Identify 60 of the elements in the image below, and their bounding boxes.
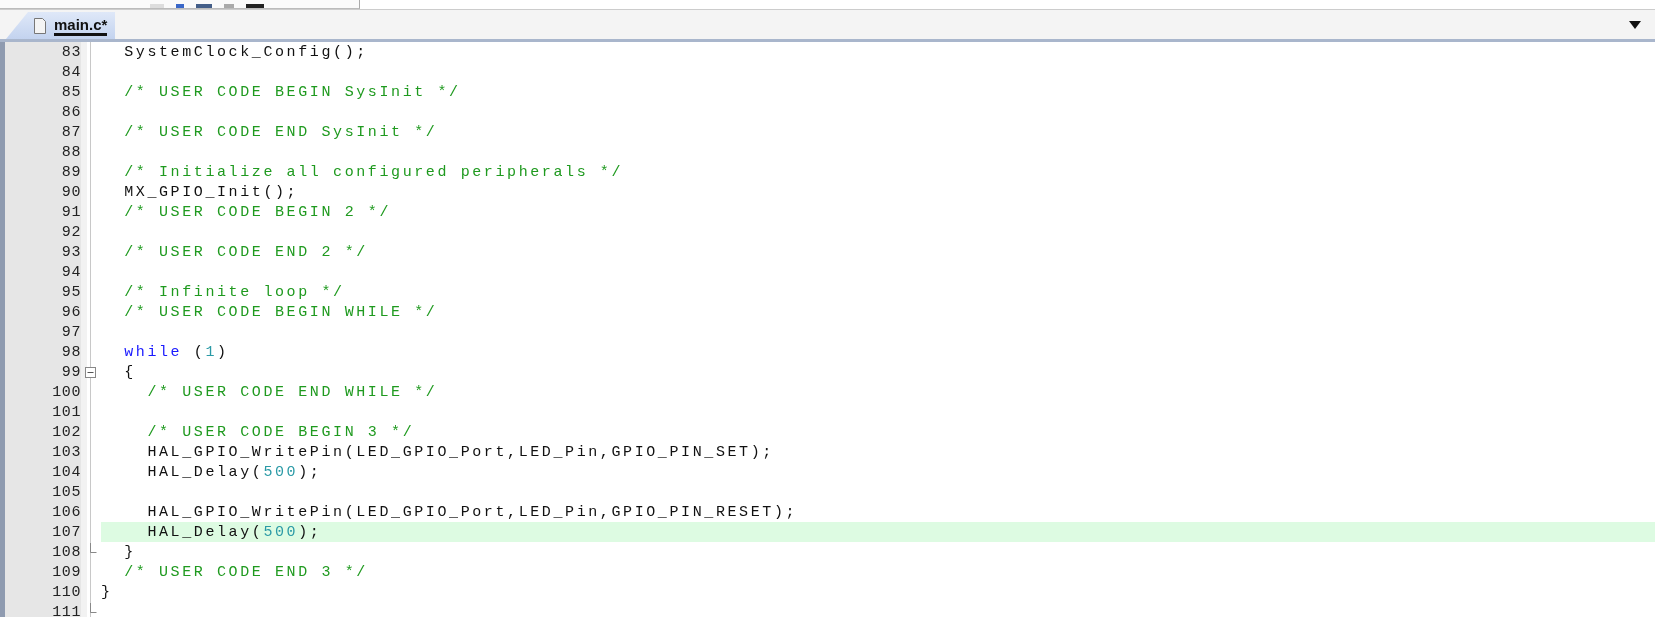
line-number: 105 bbox=[52, 483, 81, 501]
line-number: 109 bbox=[52, 563, 81, 581]
line-number: 89 bbox=[61, 163, 81, 181]
code-line: } bbox=[101, 583, 113, 601]
code-line: /* USER CODE END WHILE */ bbox=[146, 383, 438, 401]
code-line: /* USER CODE END 3 */ bbox=[123, 563, 368, 581]
line-number: 92 bbox=[61, 223, 81, 241]
code-line: /* USER CODE BEGIN WHILE */ bbox=[123, 303, 438, 321]
line-number: 111 bbox=[52, 603, 81, 617]
line-number: 85 bbox=[61, 83, 81, 101]
line-number: 94 bbox=[61, 263, 81, 281]
code-line: HAL_GPIO_WritePin(LED_GPIO_Port,LED_Pin,GPIO_PIN_SET); bbox=[146, 443, 774, 461]
code-line: /* USER CODE BEGIN SysInit */ bbox=[123, 83, 461, 101]
toolbar-icon[interactable] bbox=[246, 4, 264, 8]
line-number: 110 bbox=[52, 583, 81, 601]
code-line: /* Infinite loop */ bbox=[123, 283, 345, 301]
code-line: HAL_Delay(500); bbox=[146, 463, 322, 481]
code-line: } bbox=[123, 543, 136, 561]
code-line: /* USER CODE BEGIN 3 */ bbox=[146, 423, 415, 441]
dropdown-icon[interactable] bbox=[1629, 21, 1641, 29]
line-number: 104 bbox=[52, 463, 81, 481]
line-number: 91 bbox=[61, 203, 81, 221]
toolbar-icon[interactable] bbox=[196, 4, 212, 8]
line-number: 100 bbox=[52, 383, 81, 401]
code-line: { bbox=[123, 363, 136, 381]
line-number: 101 bbox=[52, 403, 81, 421]
line-number: 93 bbox=[61, 243, 81, 261]
fold-end-icon bbox=[90, 543, 97, 553]
line-number: 97 bbox=[61, 323, 81, 341]
line-number: 96 bbox=[61, 303, 81, 321]
toolbar-icon[interactable] bbox=[176, 4, 184, 8]
line-number: 102 bbox=[52, 423, 81, 441]
toolbar-icon[interactable] bbox=[150, 4, 164, 8]
toolbar-icon[interactable] bbox=[224, 4, 234, 8]
code-line: /* USER CODE END SysInit */ bbox=[123, 123, 438, 141]
line-number: 84 bbox=[61, 63, 81, 81]
line-number: 83 bbox=[61, 43, 81, 61]
code-line: while (1) bbox=[123, 343, 229, 361]
line-number: 87 bbox=[61, 123, 81, 141]
code-line: /* Initialize all configured peripherals */ bbox=[123, 163, 624, 181]
code-line: MX_GPIO_Init(); bbox=[123, 183, 299, 201]
line-number: 107 bbox=[52, 523, 81, 541]
code-line: /* USER CODE END 2 */ bbox=[123, 243, 368, 261]
line-number: 99 bbox=[61, 363, 81, 381]
line-number: 90 bbox=[61, 183, 81, 201]
line-number: 106 bbox=[52, 503, 81, 521]
file-tab[interactable]: main.c* bbox=[6, 12, 116, 39]
code-line: HAL_GPIO_WritePin(LED_GPIO_Port,LED_Pin,GPIO_PIN_RESET); bbox=[146, 503, 798, 521]
line-number: 103 bbox=[52, 443, 81, 461]
file-icon bbox=[34, 17, 46, 34]
line-number: 88 bbox=[61, 143, 81, 161]
line-number: 108 bbox=[52, 543, 81, 561]
code-line: /* USER CODE BEGIN 2 */ bbox=[123, 203, 392, 221]
code-line: SystemClock_Config(); bbox=[123, 43, 368, 61]
line-number: 95 bbox=[61, 283, 81, 301]
fold-end-icon bbox=[90, 603, 97, 613]
line-number: 98 bbox=[61, 343, 81, 361]
collapse-icon[interactable] bbox=[85, 366, 96, 378]
code-line: HAL_Delay(500); bbox=[146, 523, 322, 541]
line-number: 86 bbox=[61, 103, 81, 121]
